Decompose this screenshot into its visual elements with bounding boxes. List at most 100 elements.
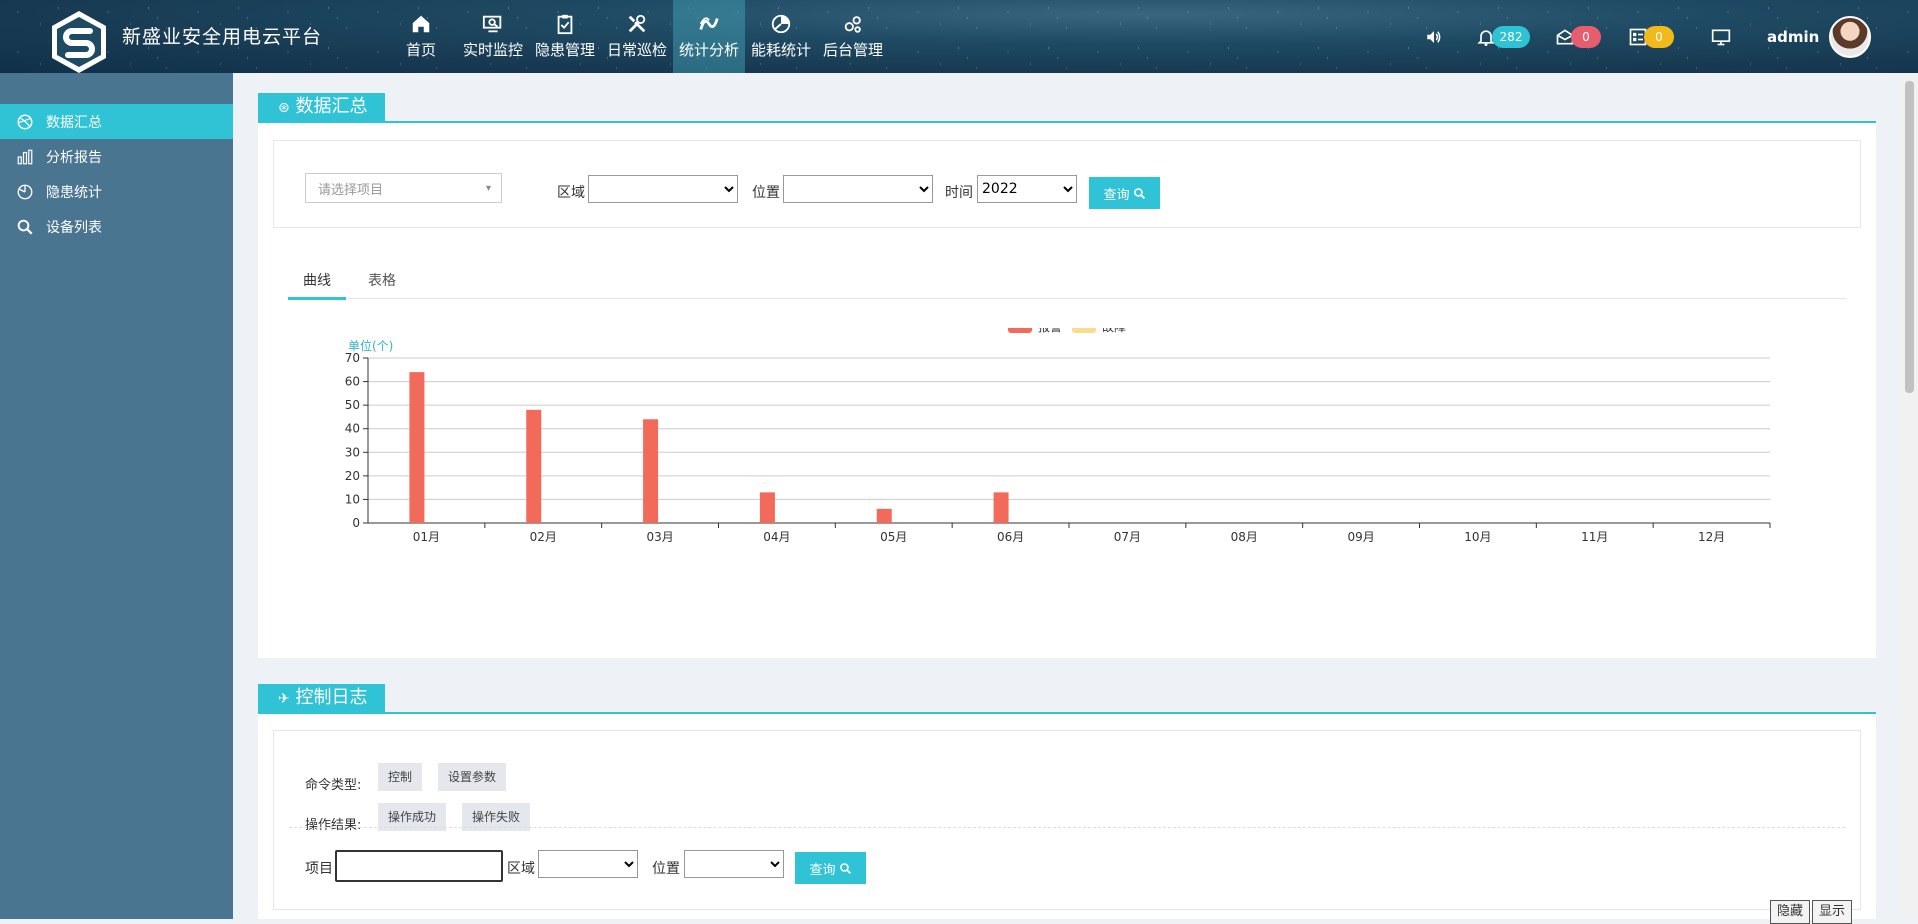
mail-notification[interactable]: 0 <box>1555 0 1601 73</box>
bar-chart-icon <box>17 149 33 164</box>
x-tick-label: 12月 <box>1698 530 1725 544</box>
monitor-search-icon <box>482 15 502 33</box>
x-tick-label: 08月 <box>1231 530 1258 544</box>
monitor-icon <box>1711 29 1731 45</box>
dribbble-icon: ⊛ <box>278 100 290 116</box>
legend-swatch <box>1008 328 1032 333</box>
x-tick-label: 11月 <box>1581 530 1608 544</box>
username: admin <box>1767 27 1820 46</box>
fullscreen-toggle[interactable] <box>1711 0 1731 73</box>
x-tick-label: 04月 <box>763 530 790 544</box>
log-area-select[interactable] <box>538 850 638 878</box>
legend-swatch <box>1072 328 1096 333</box>
summary-panel-title: ⊛ 数据汇总 <box>258 93 386 121</box>
project-select[interactable]: 请选择项目 ▾ <box>305 173 502 203</box>
cmd-type-set-params[interactable]: 设置参数 <box>438 763 507 791</box>
project-placeholder: 请选择项目 <box>318 182 384 198</box>
nav-energy-statistics[interactable]: 能耗统计 <box>745 0 817 73</box>
y-tick-label: 40 <box>345 422 360 436</box>
tabs-divider <box>288 298 1846 299</box>
y-tick-label: 50 <box>345 398 360 412</box>
sidebar-item-analysis-report[interactable]: 分析报告 <box>0 139 233 174</box>
sidebar-item-hazard-statistics[interactable]: 隐患统计 <box>0 174 233 209</box>
alarm-notification[interactable]: 282 <box>1476 0 1530 73</box>
scrollbar-thumb[interactable] <box>1905 81 1914 393</box>
pin-icon: ✈ <box>278 691 290 707</box>
legend-label: 报警 <box>1038 328 1062 334</box>
top-header: 新盛业安全用电云平台 首页 实时监控 隐患管理 日常巡检 统计分析 能耗统计 后 <box>0 0 1918 73</box>
task-count-badge: 0 <box>1644 25 1674 48</box>
y-tick-label: 20 <box>345 469 360 483</box>
sidebar-item-data-summary[interactable]: 数据汇总 <box>0 104 233 139</box>
x-tick-label: 02月 <box>530 530 557 544</box>
filter-bar: 请选择项目 ▾ 区域 位置 时间 2022 查询 <box>273 140 1861 228</box>
brand-title: 新盛业安全用电云平台 <box>122 26 323 48</box>
x-tick-label: 07月 <box>1114 530 1141 544</box>
x-tick-label: 06月 <box>997 530 1024 544</box>
x-tick-label: 01月 <box>413 530 440 544</box>
log-panel-title: ✈ 控制日志 <box>258 684 386 712</box>
sidebar-item-device-list[interactable]: 设备列表 <box>0 209 233 244</box>
query-label: 查询 <box>1103 186 1130 202</box>
log-card: 命令类型: 控制 设置参数 操作结果: 操作成功 操作失败 项目 区域 位置 查… <box>258 714 1876 924</box>
area-select[interactable] <box>588 175 738 203</box>
search-icon <box>17 219 33 235</box>
page-scrollbar[interactable] <box>1901 73 1918 919</box>
alarm-bar-chart: 报警故障单位(个)01020304050607001月02月03月04月05月0… <box>345 328 1771 544</box>
nav-admin[interactable]: 后台管理 <box>817 0 889 73</box>
header-tools <box>1425 0 1443 73</box>
alarm-count-badge: 282 <box>1492 25 1530 48</box>
sidebar-item-label: 设备列表 <box>46 219 102 236</box>
x-tick-label: 10月 <box>1464 530 1491 544</box>
panel-title-text: 数据汇总 <box>295 96 368 117</box>
tab-curve[interactable]: 曲线 <box>288 266 346 300</box>
x-tick-label: 05月 <box>880 530 907 544</box>
y-tick-label: 30 <box>345 445 360 459</box>
log-query-button[interactable]: 查询 <box>795 852 866 884</box>
nav-statistics[interactable]: 统计分析 <box>673 0 745 73</box>
x-tick-label: 03月 <box>646 530 673 544</box>
result-label: 操作结果: <box>305 818 362 833</box>
volume-icon[interactable] <box>1425 28 1443 46</box>
project-input[interactable] <box>335 850 503 882</box>
dribbble-icon <box>17 114 33 129</box>
time-label: 时间 <box>945 185 973 201</box>
hide-button[interactable]: 隐藏 <box>1770 900 1811 924</box>
search-icon <box>839 862 851 874</box>
pie-outline-icon <box>17 184 33 199</box>
nav-hazard-management[interactable]: 隐患管理 <box>529 0 601 73</box>
cmd-type-label: 命令类型: <box>305 778 362 793</box>
cmd-type-control[interactable]: 控制 <box>378 763 423 791</box>
nav-label: 首页 <box>405 41 436 59</box>
mail-count-badge: 0 <box>1571 25 1601 48</box>
bar-报警 <box>643 419 659 523</box>
time-select[interactable]: 2022 <box>977 175 1077 203</box>
log-position-select[interactable] <box>684 850 784 878</box>
home-icon <box>412 15 430 33</box>
summary-query-button[interactable]: 查询 <box>1089 177 1160 209</box>
task-notification[interactable]: 0 <box>1628 0 1674 73</box>
query-label: 查询 <box>809 861 836 877</box>
user-menu[interactable]: admin <box>1767 0 1872 73</box>
search-icon <box>1133 187 1145 199</box>
x-tick-label: 09月 <box>1347 530 1374 544</box>
legend-label: 故障 <box>1102 328 1126 334</box>
nav-home[interactable]: 首页 <box>385 0 457 73</box>
nav-label: 日常巡检 <box>606 41 667 59</box>
avatar[interactable] <box>1829 15 1872 58</box>
position-label: 位置 <box>652 861 680 877</box>
nav-daily-inspection[interactable]: 日常巡检 <box>601 0 673 73</box>
bar-报警 <box>876 508 892 523</box>
y-tick-label: 60 <box>345 375 360 389</box>
nav-realtime-monitor[interactable]: 实时监控 <box>457 0 529 73</box>
position-select[interactable] <box>783 175 933 203</box>
show-button[interactable]: 显示 <box>1812 900 1853 924</box>
nav-label: 实时监控 <box>462 41 523 59</box>
position-label: 位置 <box>752 185 780 201</box>
project-label: 项目 <box>305 861 333 877</box>
bar-报警 <box>993 492 1009 523</box>
y-tick-label: 10 <box>345 492 360 506</box>
tab-table[interactable]: 表格 <box>353 266 411 300</box>
panel-title-text: 控制日志 <box>295 687 368 708</box>
nav-label: 后台管理 <box>822 41 883 59</box>
